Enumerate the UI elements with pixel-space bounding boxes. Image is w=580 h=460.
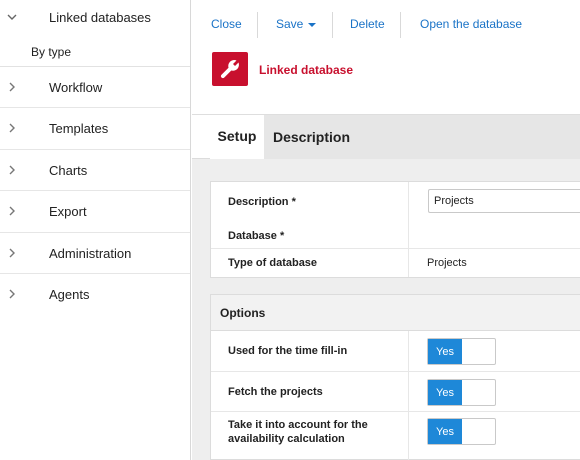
sidebar-item-templates[interactable]: Templates	[0, 108, 190, 150]
record-header: Linked database	[192, 47, 580, 115]
tab-bar: Setup Description	[192, 115, 580, 159]
toggle-yes-label: Yes	[428, 419, 462, 444]
sidebar-item-export[interactable]: Export	[0, 191, 190, 233]
type-of-database-row: Type of database Projects	[211, 249, 580, 277]
description-input[interactable]	[428, 189, 580, 213]
chevron-right-icon	[9, 165, 15, 175]
caret-down-icon	[308, 22, 317, 27]
sidebar-sub-label: By type	[31, 45, 72, 59]
chevron-right-icon	[9, 248, 15, 258]
sidebar: Linked databases By type Workflow Templa…	[0, 0, 191, 460]
wrench-icon	[212, 52, 248, 86]
page-title: Linked database	[259, 63, 354, 77]
options-rows: Used for the time fill-in Yes Fetch the …	[211, 331, 580, 460]
toolbar-divider	[332, 12, 333, 38]
sidebar-item-label: Workflow	[49, 80, 103, 95]
wrench-glyph	[220, 60, 239, 79]
chevron-down-icon	[7, 14, 17, 20]
option-row-fetch-projects: Fetch the projects Yes	[211, 372, 580, 412]
sidebar-header-label: Linked databases	[49, 10, 151, 25]
chevron-right-icon	[9, 289, 15, 299]
sidebar-item-agents[interactable]: Agents	[0, 274, 190, 315]
fetch-projects-toggle[interactable]: Yes	[427, 379, 496, 406]
sidebar-header-linked-databases[interactable]: Linked databases	[0, 0, 190, 36]
sidebar-item-label: Agents	[49, 286, 90, 302]
toggle-yes-label: Yes	[428, 380, 462, 405]
option-label-line1: Take it into account for the	[228, 419, 368, 431]
save-button[interactable]: Save	[276, 17, 317, 31]
sidebar-item-workflow[interactable]: Workflow	[0, 67, 190, 109]
sidebar-item-label: Charts	[49, 162, 88, 178]
main-content: Close Save Delete Open the database Link…	[192, 0, 580, 460]
setup-form-panel: Description * Database * Type of databas…	[210, 181, 580, 278]
option-row-availability: Take it into account for the availabilit…	[211, 412, 580, 460]
description-label: Description *	[228, 196, 296, 208]
availability-toggle[interactable]: Yes	[427, 418, 496, 445]
sidebar-item-label: Export	[49, 204, 87, 220]
delete-button[interactable]: Delete	[350, 17, 385, 31]
chevron-right-icon	[9, 82, 15, 92]
option-label: Used for the time fill-in	[228, 345, 348, 357]
options-title: Options	[220, 306, 266, 320]
options-panel: Options Used for the time fill-in Yes Fe…	[210, 294, 580, 460]
toolbar: Close Save Delete Open the database	[192, 0, 580, 47]
sidebar-subheader[interactable]: By type	[0, 36, 190, 67]
toolbar-divider	[400, 12, 401, 38]
options-header: Options	[211, 295, 580, 331]
description-row: Description * Database *	[211, 182, 580, 249]
sidebar-item-charts[interactable]: Charts	[0, 150, 190, 192]
option-row-time-fill-in: Used for the time fill-in Yes	[211, 331, 580, 372]
sidebar-item-label: Templates	[49, 121, 109, 137]
save-label: Save	[276, 17, 304, 31]
option-label-line2: availability calculation	[228, 433, 345, 445]
open-database-button[interactable]: Open the database	[420, 17, 522, 31]
tab-setup[interactable]: Setup	[210, 115, 264, 159]
toolbar-divider	[257, 12, 258, 38]
sidebar-item-administration[interactable]: Administration	[0, 233, 190, 274]
chevron-right-icon	[9, 123, 15, 133]
chevron-right-icon	[9, 206, 15, 216]
type-of-database-label: Type of database	[228, 257, 318, 269]
option-label: Fetch the projects	[228, 386, 323, 398]
toggle-yes-label: Yes	[428, 339, 462, 364]
close-button[interactable]: Close	[211, 17, 242, 31]
tab-description[interactable]: Description	[273, 115, 350, 159]
database-label: Database *	[228, 230, 285, 242]
sidebar-item-label: Administration	[49, 245, 132, 261]
type-of-database-value: Projects	[427, 257, 467, 269]
time-fill-in-toggle[interactable]: Yes	[427, 338, 496, 365]
